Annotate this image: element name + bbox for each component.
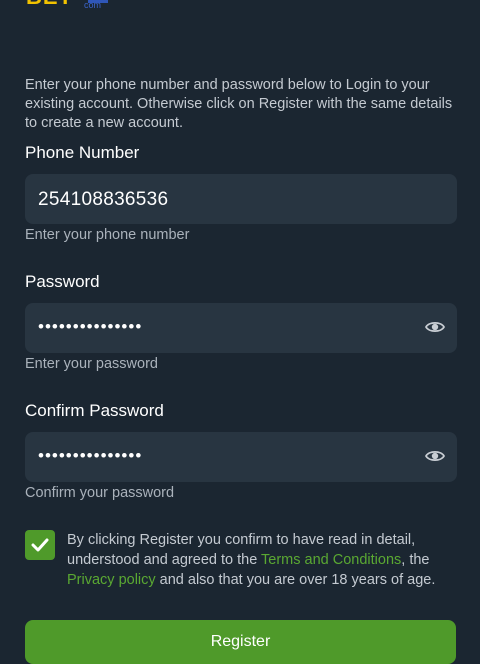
eye-icon[interactable] — [424, 319, 446, 335]
confirm-password-input[interactable]: ••••••••••••••• — [25, 432, 457, 482]
password-label: Password — [25, 272, 100, 291]
confirm-password-helper: Confirm your password — [25, 485, 175, 501]
login-instructions: Enter your phone number and password bel… — [25, 77, 453, 131]
register-button[interactable]: Register — [25, 620, 456, 664]
terms-and-conditions-link[interactable]: Terms and Conditions — [261, 552, 401, 568]
password-masked-value: ••••••••••••••• — [38, 317, 143, 336]
consent-text: By clicking Register you confirm to have… — [67, 530, 457, 590]
password-helper: Enter your password — [25, 356, 158, 372]
eye-icon[interactable] — [424, 448, 446, 464]
brand-logo: BET — [26, 0, 73, 8]
consent-text-middle: , the — [401, 552, 430, 568]
phone-number-label: Phone Number — [25, 143, 140, 162]
consent-text-after: and also that you are over 18 years of a… — [155, 572, 436, 588]
privacy-policy-link[interactable]: Privacy policy — [67, 572, 156, 588]
phone-number-input[interactable]: 254108836536 — [25, 174, 457, 224]
phone-number-value: 254108836536 — [38, 189, 169, 210]
brand-logo-suffix: com — [84, 0, 102, 10]
confirm-password-masked-value: ••••••••••••••• — [38, 446, 143, 465]
checkmark-icon — [31, 538, 49, 552]
phone-number-helper: Enter your phone number — [25, 227, 190, 243]
confirm-password-label: Confirm Password — [25, 401, 164, 420]
terms-checkbox[interactable] — [25, 530, 55, 560]
password-input[interactable]: ••••••••••••••• — [25, 303, 457, 353]
